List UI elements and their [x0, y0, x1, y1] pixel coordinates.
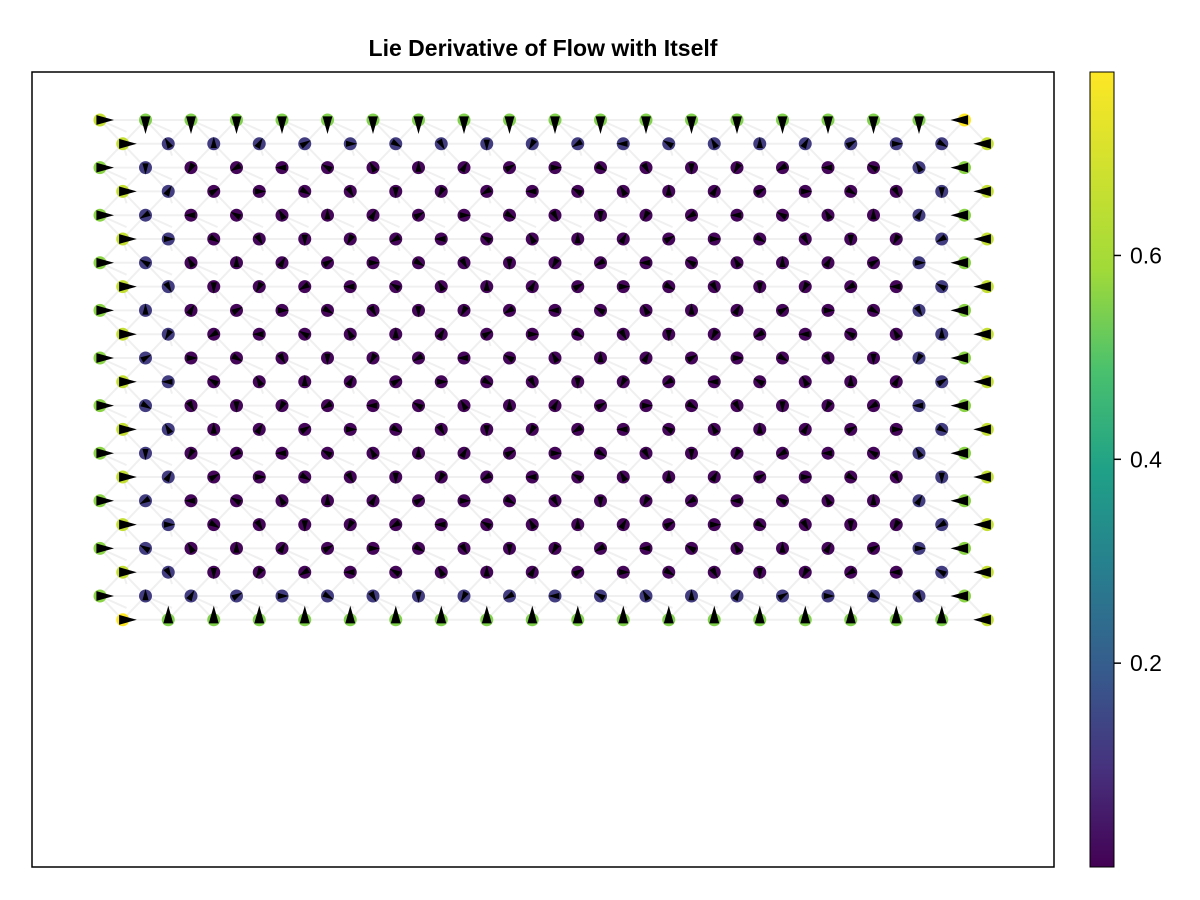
- chart-title: Lie Derivative of Flow with Itself: [369, 35, 718, 61]
- colorbar-gradient: [1089, 71, 1115, 868]
- chart-figure: Lie Derivative of Flow with Itself 0.20.…: [31, 35, 1162, 868]
- colorbar-tick-label: 0.6: [1130, 242, 1162, 268]
- colorbar-ticks: 0.2 0.4 0.6: [1114, 242, 1162, 676]
- colorbar-tick-label: 0.4: [1130, 446, 1162, 472]
- colorbar: 0.2 0.4 0.6: [1089, 71, 1162, 868]
- colorbar-tick-label: 0.2: [1130, 650, 1162, 676]
